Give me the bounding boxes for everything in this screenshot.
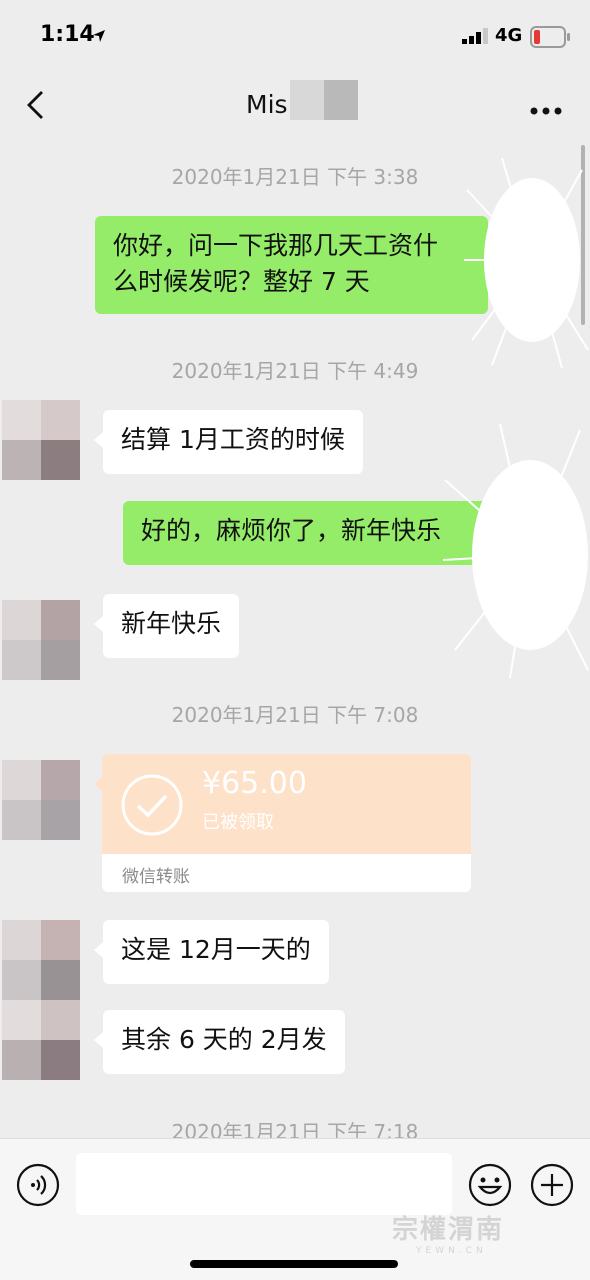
avatar[interactable] — [2, 600, 80, 680]
chat-title: Mis — [246, 90, 288, 119]
timestamp: 2020年1月21日 下午 7:08 — [171, 703, 419, 727]
avatar[interactable] — [2, 1000, 80, 1080]
network-type: 4G — [495, 25, 523, 46]
plus-icon[interactable] — [530, 1163, 574, 1211]
message-text: 这是 12月一天的 — [121, 935, 311, 964]
chat-header: Mis — [0, 70, 590, 140]
bubble-tail — [94, 1032, 103, 1048]
message-text: 其余 6 天的 2月发 — [121, 1025, 327, 1054]
battery-icon — [530, 26, 570, 52]
received-message-bubble[interactable]: 新年快乐 — [103, 594, 240, 658]
bubble-tail — [94, 776, 103, 792]
message-text: 好的，麻烦你了，新年快乐 — [141, 516, 442, 545]
avatar[interactable] — [2, 920, 80, 1000]
wechat-transfer-card[interactable]: ¥65.00 已被领取 微信转账 — [102, 754, 471, 892]
message-text: 结算 1月工资的时候 — [121, 425, 345, 454]
bubble-tail — [94, 942, 103, 958]
sent-message-bubble[interactable]: 好的，麻烦你了，新年快乐 — [123, 501, 488, 565]
transfer-status: 已被领取 — [202, 812, 274, 833]
avatar[interactable] — [2, 760, 80, 840]
signal-icon — [462, 28, 490, 48]
blurred-name-mosaic — [290, 80, 358, 120]
transfer-amount: ¥65.00 — [202, 766, 307, 801]
received-message-bubble[interactable]: 这是 12月一天的 — [103, 920, 329, 984]
transfer-card-body: ¥65.00 已被领取 — [102, 754, 471, 854]
avatar[interactable] — [2, 400, 80, 480]
received-message-bubble[interactable]: 其余 6 天的 2月发 — [103, 1010, 345, 1074]
check-icon — [121, 774, 183, 840]
timestamp: 2020年1月21日 下午 4:49 — [171, 359, 419, 383]
message-line: 你好，问一下我那几天工资什 — [113, 231, 439, 260]
home-indicator[interactable] — [190, 1260, 398, 1268]
received-message-bubble[interactable]: 结算 1月工资的时候 — [103, 410, 363, 474]
watermark-text: 宗權渭南 — [392, 1215, 505, 1245]
message-line: 么时候发呢？整好 7 天 — [113, 267, 370, 296]
emoji-icon[interactable] — [468, 1163, 512, 1211]
back-icon[interactable] — [24, 90, 48, 124]
bubble-tail — [488, 238, 497, 254]
voice-icon[interactable] — [16, 1163, 60, 1211]
more-icon[interactable] — [530, 100, 562, 119]
location-arrow-icon — [92, 28, 106, 47]
watermark-url: YEWN.CN — [416, 1246, 487, 1256]
sent-message-bubble[interactable]: 你好，问一下我那几天工资什 么时候发呢？整好 7 天 — [95, 216, 488, 314]
bubble-tail — [488, 523, 497, 539]
bubble-tail — [94, 432, 103, 448]
transfer-footer: 微信转账 — [122, 867, 190, 887]
watermark-logo: 宗權渭南 YEWN.CN — [392, 1209, 552, 1269]
message-input[interactable] — [76, 1153, 452, 1215]
status-bar: 1:14 4G — [0, 0, 590, 70]
timestamp: 2020年1月21日 下午 3:38 — [171, 165, 419, 189]
input-bar: 宗權渭南 YEWN.CN — [0, 1138, 590, 1280]
message-text: 新年快乐 — [121, 609, 222, 638]
bubble-tail — [94, 616, 103, 632]
status-time: 1:14 — [40, 22, 95, 47]
